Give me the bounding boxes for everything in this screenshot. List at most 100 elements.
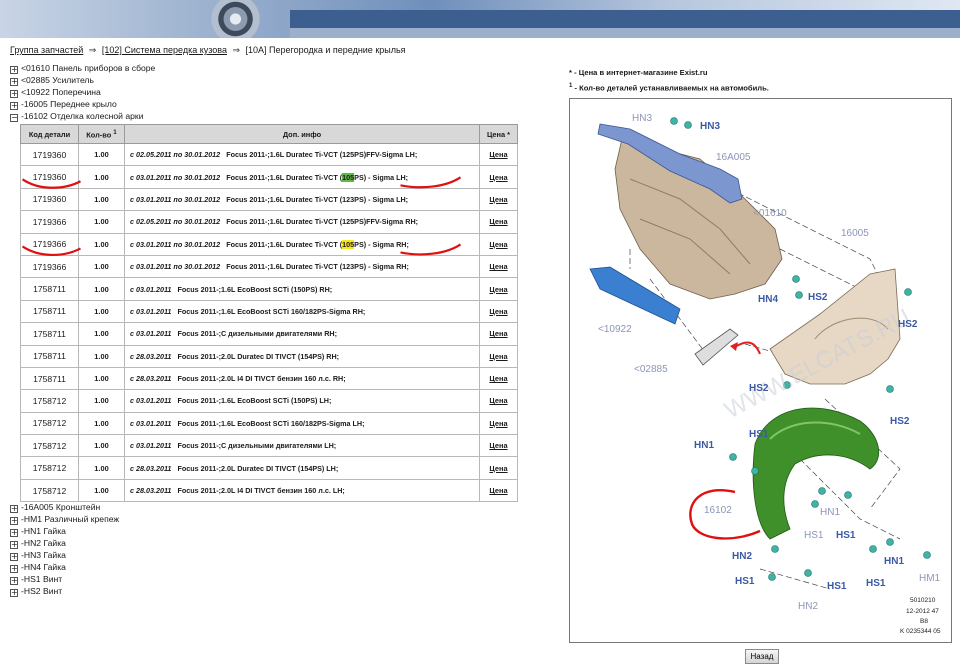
tree-item-label[interactable]: -16102 Отделка колесной арки: [21, 111, 144, 121]
price-link[interactable]: Цена: [489, 464, 507, 473]
expand-icon[interactable]: +: [10, 505, 18, 513]
expand-icon[interactable]: +: [10, 553, 18, 561]
tree-item-label[interactable]: -HN1 Гайка: [21, 526, 66, 536]
diagram-label-hn1[interactable]: HN1: [694, 440, 714, 451]
price-link[interactable]: Цена: [489, 240, 507, 249]
tree-item-hs1[interactable]: + -HS1 Винт: [10, 574, 62, 585]
price-cell: Цена: [479, 254, 518, 279]
price-link[interactable]: Цена: [489, 307, 507, 316]
price-link[interactable]: Цена: [489, 217, 507, 226]
diagram-label-hs1[interactable]: HS1: [804, 530, 824, 541]
diagram-label-hn2[interactable]: HN2: [798, 601, 818, 612]
breadcrumb-level1-link[interactable]: [102] Система передка кузова: [102, 45, 227, 55]
price-link[interactable]: Цена: [489, 173, 507, 182]
tree-item-02885[interactable]: + <02885 Усилитель: [10, 75, 94, 86]
date-range: с 02.05.2011 по 30.01.2012: [130, 150, 221, 160]
date-range: с 03.01.2011: [130, 284, 172, 294]
part-code-cell: 1719360: [20, 165, 79, 189]
diagram-label-hs1[interactable]: HS1: [827, 581, 847, 592]
diagram-label-hn3[interactable]: HN3: [632, 113, 652, 124]
info-cell: с 03.01.2011 Focus 2011-;1.6L EcoBoost S…: [124, 277, 480, 301]
diagram-label-hs1[interactable]: HS1: [836, 530, 856, 541]
tree-item-label[interactable]: -HN2 Гайка: [21, 538, 66, 548]
tree-item-01610[interactable]: + <01610 Панель приборов в сборе: [10, 63, 155, 74]
stamp-line: K 0235344 05: [900, 628, 941, 635]
diagram-label-hn2[interactable]: HN2: [732, 551, 752, 562]
diagram-label-hs1[interactable]: HS1: [749, 429, 769, 440]
expand-icon[interactable]: +: [10, 589, 18, 597]
tree-item-hn2[interactable]: + -HN2 Гайка: [10, 538, 66, 549]
expand-icon[interactable]: +: [10, 565, 18, 573]
price-link[interactable]: Цена: [489, 262, 507, 271]
expand-icon[interactable]: +: [10, 102, 18, 110]
tree-item-label[interactable]: -16A005 Кронштейн: [21, 502, 100, 512]
diagram-label-hm1[interactable]: HM1: [919, 573, 941, 584]
diagram-label-hs2[interactable]: HS2: [898, 319, 918, 330]
collapse-icon[interactable]: −: [10, 114, 18, 122]
expand-icon[interactable]: +: [10, 66, 18, 74]
price-link[interactable]: Цена: [489, 329, 507, 338]
date-range: с 03.01.2011: [130, 329, 172, 339]
diagram-label-hn1[interactable]: HN1: [884, 556, 904, 567]
stamp-line: B8: [920, 618, 928, 625]
tree-item-16005[interactable]: + -16005 Переднее крыло: [10, 99, 117, 110]
expand-icon[interactable]: +: [10, 577, 18, 585]
part-code-cell: 1719366: [20, 232, 79, 256]
header-code: Код детали: [20, 124, 79, 144]
price-link[interactable]: Цена: [489, 352, 507, 361]
tree-item-label[interactable]: <02885 Усилитель: [21, 75, 94, 85]
qty-cell: 1.00: [78, 299, 125, 324]
tree-item-label[interactable]: -HN4 Гайка: [21, 562, 66, 572]
diagram-label-hn4[interactable]: HN4: [758, 294, 778, 305]
part-code-cell: 1719360: [20, 142, 79, 167]
diagram-label-16102[interactable]: 16102: [704, 505, 732, 516]
diagram-label-hs1[interactable]: HS1: [866, 578, 886, 589]
tree-item-16a005[interactable]: + -16A005 Кронштейн: [10, 502, 100, 513]
tree-item-10922[interactable]: + <10922 Поперечина: [10, 87, 101, 98]
breadcrumb-root-link[interactable]: Группа запчастей: [10, 45, 83, 55]
back-button[interactable]: Назад: [745, 649, 779, 664]
tree-item-hn3[interactable]: + -HN3 Гайка: [10, 550, 66, 561]
diagram-label-hs2[interactable]: HS2: [749, 383, 769, 394]
tree-item-label[interactable]: -HN3 Гайка: [21, 550, 66, 560]
diagram-label-02885[interactable]: <02885: [634, 364, 668, 375]
tree-item-hn1[interactable]: + -HN1 Гайка: [10, 526, 66, 537]
tree-item-label[interactable]: <10922 Поперечина: [21, 87, 101, 97]
price-cell: Цена: [479, 142, 518, 167]
table-row: 1719360 1.00 с 03.01.2011 по 30.01.2012 Fo…: [20, 187, 518, 212]
diagram-label-01610[interactable]: <01610: [753, 208, 787, 219]
diagram-label-10922[interactable]: <10922: [598, 324, 632, 335]
tree-item-label[interactable]: <01610 Панель приборов в сборе: [21, 63, 155, 73]
price-link[interactable]: Цена: [489, 374, 507, 383]
diagram-label-hn1[interactable]: HN1: [820, 507, 840, 518]
price-link[interactable]: Цена: [489, 150, 507, 159]
price-link[interactable]: Цена: [489, 285, 507, 294]
diagram-label-hs1[interactable]: HS1: [735, 576, 755, 587]
price-link[interactable]: Цена: [489, 486, 507, 495]
diagram-label-hs2[interactable]: HS2: [808, 292, 828, 303]
expand-icon[interactable]: +: [10, 541, 18, 549]
tree-item-16102[interactable]: − -16102 Отделка колесной арки: [10, 111, 144, 122]
diagram-label-hn3[interactable]: HN3: [700, 121, 720, 132]
tree-item-hs2[interactable]: + -HS2 Винт: [10, 586, 62, 597]
diagram-label-hs2[interactable]: HS2: [890, 416, 910, 427]
tree-item-hm1[interactable]: + -HM1 Различный крепеж: [10, 514, 119, 525]
price-link[interactable]: Цена: [489, 419, 507, 428]
price-link[interactable]: Цена: [489, 195, 507, 204]
price-link[interactable]: Цена: [489, 441, 507, 450]
tree-item-hn4[interactable]: + -HN4 Гайка: [10, 562, 66, 573]
info-cell: с 03.01.2011 Focus 2011-;1.6L EcoBoost S…: [124, 389, 480, 413]
tree-item-label[interactable]: -HS1 Винт: [21, 574, 62, 584]
tree-item-label[interactable]: -HS2 Винт: [21, 586, 62, 596]
stamp-line: 5010210: [910, 597, 936, 604]
expand-icon[interactable]: +: [10, 529, 18, 537]
tree-item-label[interactable]: -HM1 Различный крепеж: [21, 514, 119, 524]
tree-item-label[interactable]: -16005 Переднее крыло: [21, 99, 117, 109]
diagram-label-16a005[interactable]: 16A005: [716, 152, 751, 163]
diagram-label-16005[interactable]: 16005: [841, 228, 869, 239]
expand-icon[interactable]: +: [10, 90, 18, 98]
expand-icon[interactable]: +: [10, 78, 18, 86]
info-cell: с 03.01.2011 Focus 2011-;1.6L EcoBoost S…: [124, 299, 480, 324]
price-link[interactable]: Цена: [489, 396, 507, 405]
expand-icon[interactable]: +: [10, 517, 18, 525]
